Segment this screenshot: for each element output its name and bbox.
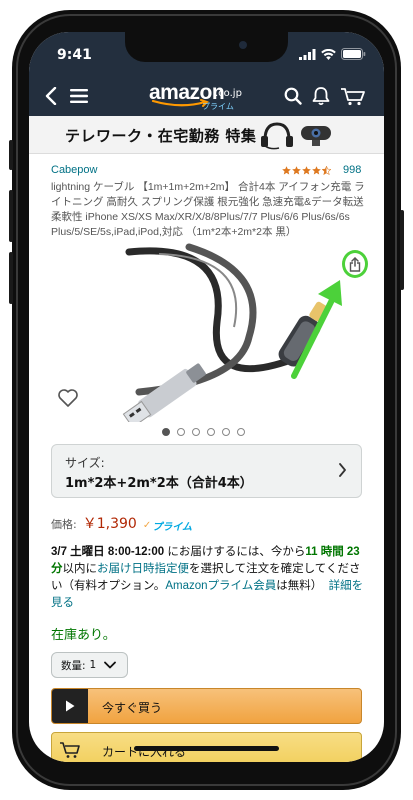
delivery-text: 以内に [62, 563, 98, 575]
size-selector[interactable]: サイズ: 1m*2本+2m*2本（合計4本） [51, 444, 362, 498]
star-full-icon [312, 166, 321, 175]
battery-icon [341, 48, 366, 60]
camera [239, 41, 247, 49]
play-icon [52, 689, 88, 723]
rating-count[interactable]: 998 [343, 164, 361, 176]
prime-check-icon: ✓ [142, 520, 152, 531]
volume-down-button [9, 252, 13, 304]
volume-up-button [9, 190, 13, 242]
prime-label: プライム [152, 522, 193, 533]
buy-now-button[interactable]: 今すぐ買う [51, 688, 362, 724]
page-dot[interactable] [222, 428, 230, 436]
price-row: 価格: ￥1,390 ✓ プライム [51, 513, 192, 533]
home-indicator[interactable] [134, 746, 279, 751]
star-half-icon [322, 166, 331, 175]
banner-text: テレワーク・在宅勤務 特集 [65, 127, 257, 145]
status-time: 9:41 [57, 47, 92, 63]
price-value: ￥1,390 [82, 516, 137, 532]
telework-banner[interactable]: テレワーク・在宅勤務 特集 [29, 116, 384, 154]
share-button[interactable] [342, 250, 368, 278]
search-icon[interactable] [281, 84, 305, 108]
buy-now-label: 今すぐ買う [102, 701, 163, 715]
headset-webcam-image [261, 122, 331, 150]
rating-stars[interactable] [282, 166, 331, 175]
prime-badge: ✓ プライム [143, 518, 192, 533]
star-full-icon [282, 166, 291, 175]
quantity-select[interactable]: 数量: 1 [51, 652, 128, 678]
cart-add-icon [52, 733, 88, 762]
delivery-text: は無料） [276, 580, 323, 592]
notch [125, 32, 288, 62]
size-value: 1m*2本+2m*2本（合計4本） [65, 476, 253, 491]
status-icons [299, 48, 366, 60]
brand-link[interactable]: Cabepow [51, 164, 97, 176]
heart-icon[interactable] [57, 388, 79, 408]
quantity-label: 数量: [61, 659, 86, 672]
mute-switch [9, 140, 13, 170]
green-arrow-annotation [291, 280, 342, 379]
image-pagination[interactable] [162, 428, 245, 436]
page-dot[interactable] [237, 428, 245, 436]
prime-member-link[interactable]: Amazonプライム会員 [165, 580, 276, 592]
page-dot[interactable] [192, 428, 200, 436]
share-icon [349, 256, 361, 272]
product-title: lightning ケーブル 【1m+1m+2m+2m】 合計4本 アイフォン充… [51, 181, 365, 238]
chevron-right-icon [339, 463, 346, 477]
delivery-date: 3/7 土曜日 8:00-12:00 [51, 546, 165, 558]
scheduled-delivery-link[interactable]: お届け日時指定便 [97, 563, 189, 575]
delivery-info: 3/7 土曜日 8:00-12:00 にお届けするには、今から11 時間 23 … [51, 544, 367, 612]
quantity-value: 1 [89, 659, 97, 671]
signal-icon [299, 48, 316, 60]
page-dot[interactable] [177, 428, 185, 436]
star-full-icon [302, 166, 311, 175]
logo-prime: プライム [202, 102, 234, 111]
side-button [400, 210, 404, 290]
top-nav: amazon .co.jp プライム [29, 76, 384, 116]
amazon-logo[interactable]: amazon .co.jp プライム [149, 81, 269, 113]
price-label: 価格: [51, 518, 77, 531]
page-dot[interactable] [207, 428, 215, 436]
hamburger-menu-icon[interactable] [67, 84, 91, 108]
wifi-icon [321, 48, 336, 60]
chevron-down-icon [104, 661, 117, 669]
size-label: サイズ: [65, 456, 105, 470]
stock-status: 在庫あり。 [51, 628, 116, 643]
star-full-icon [292, 166, 301, 175]
logo-suffix: .co.jp [215, 88, 242, 99]
back-icon[interactable] [39, 84, 63, 108]
delivery-text: にお届けするには、今から [164, 546, 306, 558]
phone-screen: 9:41 amazon .co.jp プライム テレワーク・在宅勤務 特集 Ca… [29, 32, 384, 762]
cart-icon[interactable] [339, 84, 367, 108]
page-dot[interactable] [162, 428, 170, 436]
bell-icon[interactable] [309, 84, 333, 108]
